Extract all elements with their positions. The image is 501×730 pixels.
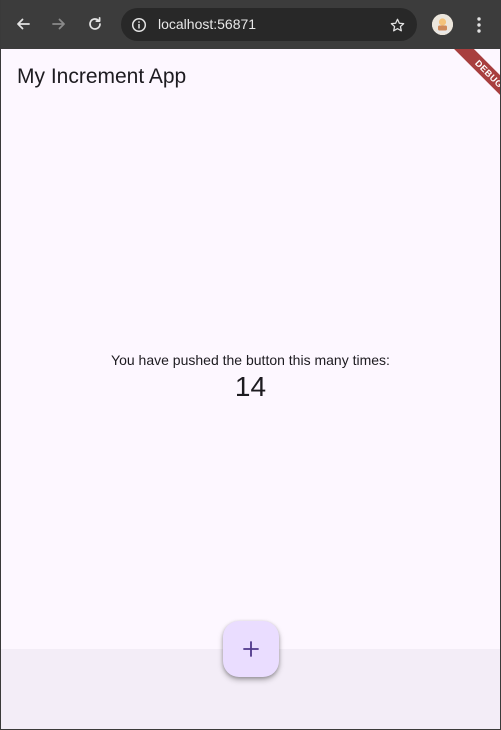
browser-toolbar: localhost:56871 <box>1 0 500 49</box>
counter-label: You have pushed the button this many tim… <box>111 352 390 368</box>
app-viewport: My Increment App DEBUG You have pushed t… <box>1 49 500 729</box>
browser-menu-button[interactable] <box>467 12 491 38</box>
page-title: My Increment App <box>17 65 187 88</box>
kebab-menu-icon <box>477 17 481 33</box>
info-icon <box>131 17 146 32</box>
debug-banner: DEBUG <box>440 49 500 109</box>
arrow-left-icon <box>17 18 30 30</box>
star-icon <box>390 18 404 31</box>
counter-value: 14 <box>234 371 267 402</box>
add-icon <box>243 641 259 657</box>
arrow-right-icon <box>52 18 65 30</box>
forward-button[interactable] <box>44 9 74 39</box>
address-bar[interactable]: localhost:56871 <box>121 8 417 41</box>
back-button[interactable] <box>8 9 38 39</box>
reload-icon <box>89 16 101 30</box>
url-text[interactable]: localhost:56871 <box>158 16 256 33</box>
browser-window: localhost:56871 My Increment App DEBUG Y… <box>0 0 501 730</box>
profile-avatar[interactable] <box>432 14 453 35</box>
bookmark-button[interactable] <box>385 13 409 37</box>
increment-button[interactable] <box>223 621 279 677</box>
site-info-button[interactable] <box>127 13 150 36</box>
debug-banner-label: DEBUG <box>452 49 500 109</box>
profile-icon <box>432 14 453 35</box>
reload-button[interactable] <box>80 9 110 39</box>
